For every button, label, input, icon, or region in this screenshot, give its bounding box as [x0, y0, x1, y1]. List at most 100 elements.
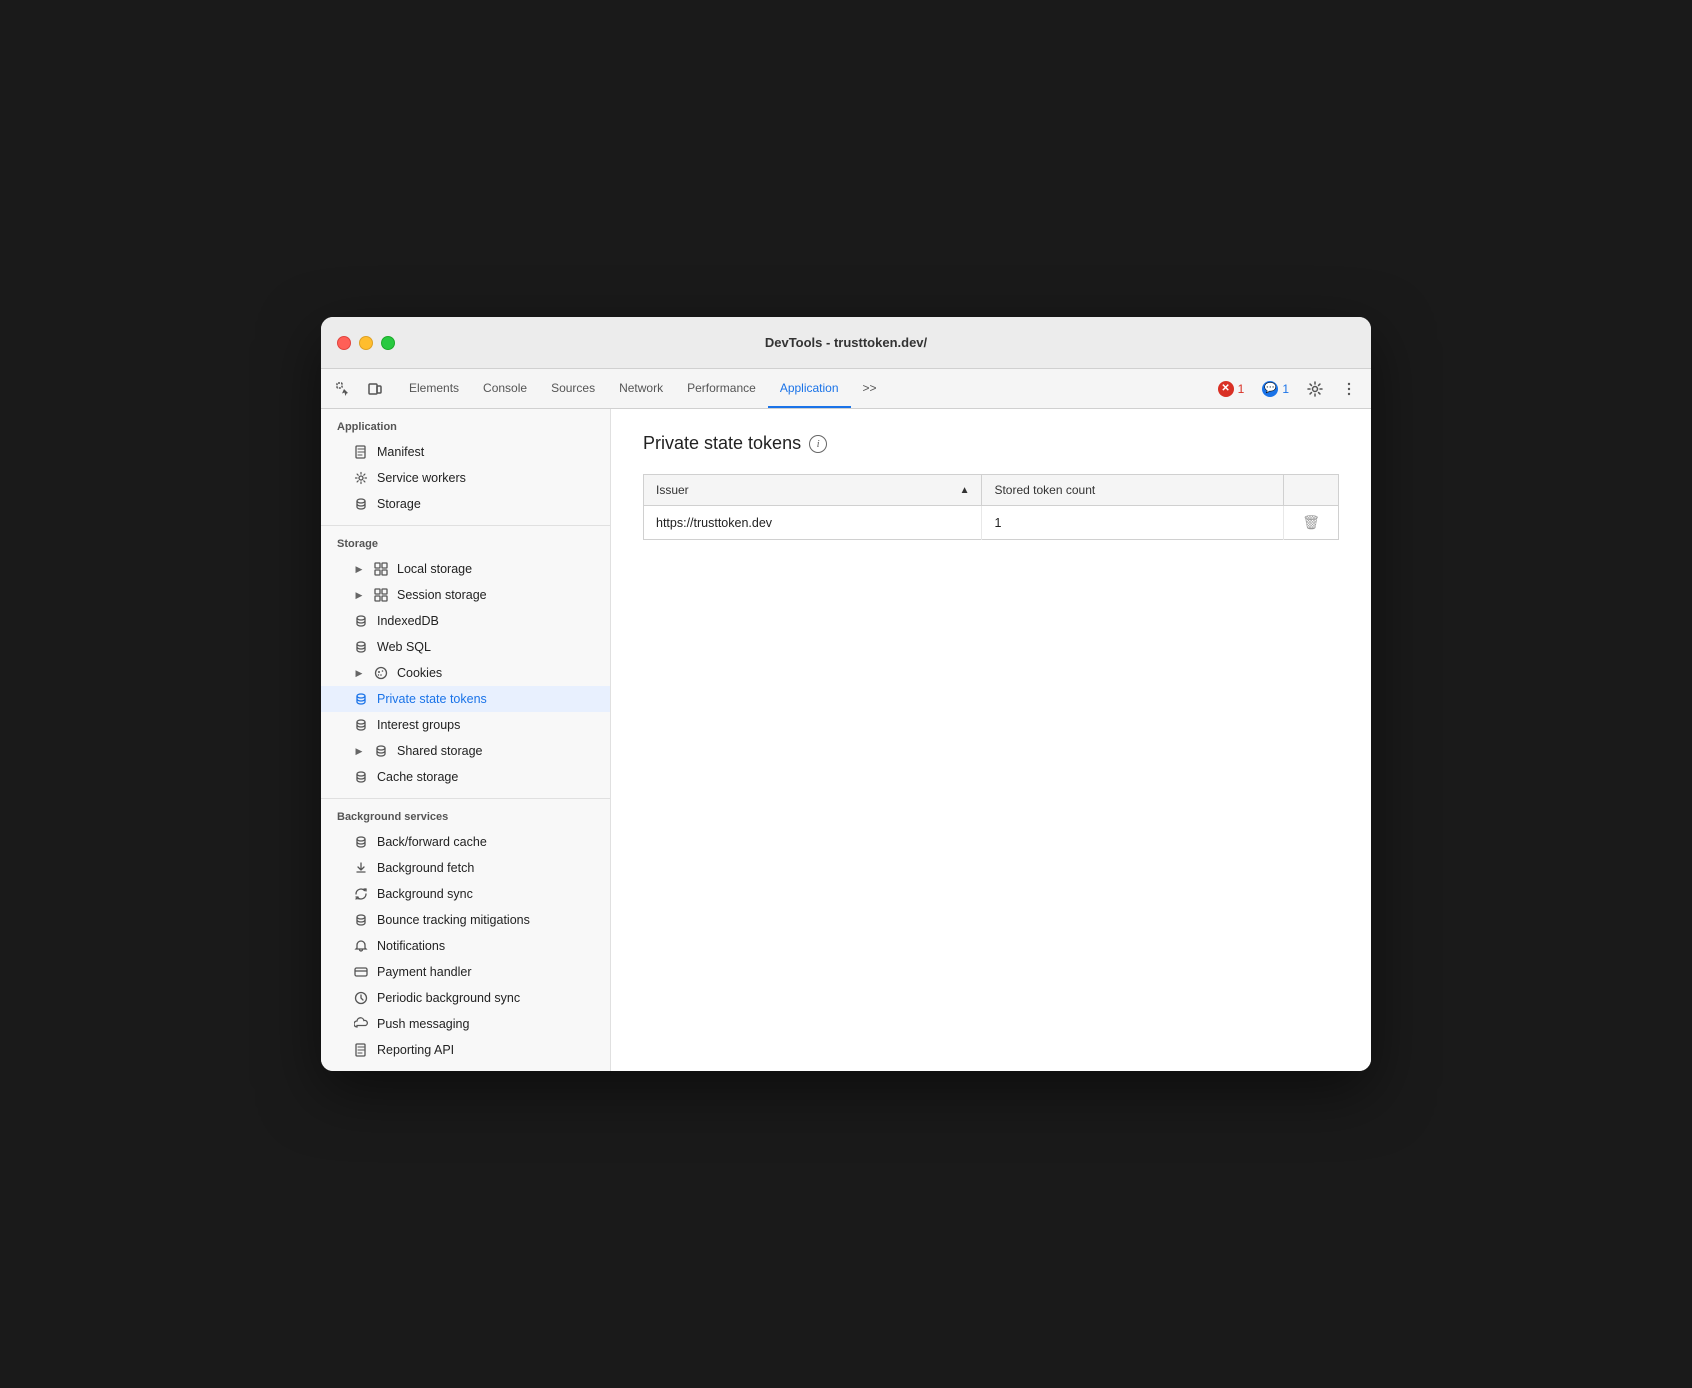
- sidebar-label-notifications: Notifications: [377, 939, 445, 953]
- db-icon9: [353, 912, 369, 928]
- section-title-storage: Storage: [321, 538, 610, 556]
- sidebar-item-notifications[interactable]: Notifications: [321, 933, 610, 959]
- sidebar-label-background-fetch: Background fetch: [377, 861, 474, 875]
- sort-arrow-icon: ▲: [960, 485, 970, 496]
- more-options-icon[interactable]: [1335, 375, 1363, 403]
- column-issuer[interactable]: Issuer ▲: [644, 475, 982, 506]
- tabs: Elements Console Sources Network Perform…: [397, 369, 1212, 408]
- sidebar-label-session-storage: Session storage: [397, 588, 487, 602]
- error-icon: ✕: [1218, 381, 1234, 397]
- maximize-button[interactable]: [381, 336, 395, 350]
- grid-icon: [373, 561, 389, 577]
- sidebar-label-storage: Storage: [377, 497, 421, 511]
- section-title-application: Application: [321, 421, 610, 439]
- db-icon4: [353, 691, 369, 707]
- content-area: Private state tokens i Issuer ▲ Stored t…: [611, 409, 1371, 1071]
- sidebar-item-periodic-background-sync[interactable]: Periodic background sync: [321, 985, 610, 1011]
- section-title-background: Background services: [321, 811, 610, 829]
- sidebar-item-interest-groups[interactable]: Interest groups: [321, 712, 610, 738]
- expand-icon: ▶: [353, 667, 365, 679]
- minimize-button[interactable]: [359, 336, 373, 350]
- sidebar-item-background-sync[interactable]: Background sync: [321, 881, 610, 907]
- sidebar-item-shared-storage[interactable]: ▶ Shared storage: [321, 738, 610, 764]
- main-layout: Application Manifest: [321, 409, 1371, 1071]
- window-title: DevTools - trusttoken.dev/: [765, 335, 927, 350]
- sidebar-item-manifest[interactable]: Manifest: [321, 439, 610, 465]
- sidebar-label-payment-handler: Payment handler: [377, 965, 472, 979]
- sidebar-label-bounce-tracking: Bounce tracking mitigations: [377, 913, 530, 927]
- sidebar-label-service-workers: Service workers: [377, 471, 466, 485]
- sidebar-label-private-state-tokens: Private state tokens: [377, 692, 487, 706]
- sidebar-label-web-sql: Web SQL: [377, 640, 431, 654]
- sidebar-item-storage[interactable]: Storage: [321, 491, 610, 517]
- db-icon2: [353, 613, 369, 629]
- sidebar-item-service-workers[interactable]: Service workers: [321, 465, 610, 491]
- sidebar-label-shared-storage: Shared storage: [397, 744, 482, 758]
- sidebar-item-indexeddb[interactable]: IndexedDB: [321, 608, 610, 634]
- sidebar-item-payment-handler[interactable]: Payment handler: [321, 959, 610, 985]
- tab-performance[interactable]: Performance: [675, 369, 768, 408]
- title-bar: DevTools - trusttoken.dev/: [321, 317, 1371, 369]
- device-toolbar-icon[interactable]: [361, 375, 389, 403]
- db-icon8: [353, 834, 369, 850]
- payment-icon: [353, 964, 369, 980]
- bell-icon: [353, 938, 369, 954]
- sidebar-item-background-fetch[interactable]: Background fetch: [321, 855, 610, 881]
- expand-icon: ▶: [353, 589, 365, 601]
- expand-icon: ▶: [353, 563, 365, 575]
- devtools-window: DevTools - trusttoken.dev/ Elements Cons…: [321, 317, 1371, 1071]
- db-icon7: [353, 769, 369, 785]
- message-count: 1: [1282, 382, 1289, 396]
- cell-delete: 🗑: [1284, 506, 1339, 540]
- sidebar: Application Manifest: [321, 409, 611, 1071]
- sidebar-item-web-sql[interactable]: Web SQL: [321, 634, 610, 660]
- tab-bar: Elements Console Sources Network Perform…: [321, 369, 1371, 409]
- page-title: Private state tokens i: [643, 433, 1339, 454]
- cell-stored-token-count: 1: [982, 506, 1284, 540]
- sidebar-item-bounce-tracking[interactable]: Bounce tracking mitigations: [321, 907, 610, 933]
- sidebar-section-background: Background services Back/forward cache: [321, 799, 610, 1071]
- sidebar-item-cookies[interactable]: ▶ Cookies: [321, 660, 610, 686]
- sidebar-section-application: Application Manifest: [321, 409, 610, 526]
- sidebar-item-push-messaging[interactable]: Push messaging: [321, 1011, 610, 1037]
- tab-network[interactable]: Network: [607, 369, 675, 408]
- sidebar-label-manifest: Manifest: [377, 445, 424, 459]
- close-button[interactable]: [337, 336, 351, 350]
- tokens-table: Issuer ▲ Stored token count https://trus…: [643, 474, 1339, 540]
- gear-icon: [353, 470, 369, 486]
- grid-icon2: [373, 587, 389, 603]
- sidebar-item-back-forward-cache[interactable]: Back/forward cache: [321, 829, 610, 855]
- column-stored-token-count: Stored token count: [982, 475, 1284, 506]
- sidebar-item-private-state-tokens[interactable]: Private state tokens: [321, 686, 610, 712]
- traffic-lights: [337, 336, 395, 350]
- sidebar-label-cache-storage: Cache storage: [377, 770, 458, 784]
- db-icon3: [353, 639, 369, 655]
- tab-elements[interactable]: Elements: [397, 369, 471, 408]
- table-row: https://trusttoken.dev 1 🗑: [644, 506, 1339, 540]
- error-badge[interactable]: ✕ 1: [1212, 379, 1251, 399]
- tab-application[interactable]: Application: [768, 369, 851, 408]
- sidebar-item-local-storage[interactable]: ▶ Local storage: [321, 556, 610, 582]
- info-icon[interactable]: i: [809, 435, 827, 453]
- tab-more[interactable]: >>: [851, 369, 889, 408]
- message-badge[interactable]: 💬 1: [1256, 379, 1295, 399]
- error-count: 1: [1238, 382, 1245, 396]
- sidebar-item-reporting-api[interactable]: Reporting API: [321, 1037, 610, 1063]
- clock-icon: [353, 990, 369, 1006]
- sidebar-label-back-forward-cache: Back/forward cache: [377, 835, 487, 849]
- cursor-icon[interactable]: [329, 375, 357, 403]
- toolbar-right: ✕ 1 💬 1: [1212, 369, 1363, 408]
- delete-button[interactable]: 🗑: [1296, 512, 1326, 532]
- cell-issuer: https://trusttoken.dev: [644, 506, 982, 540]
- tab-console[interactable]: Console: [471, 369, 539, 408]
- cookie-icon: [373, 665, 389, 681]
- sidebar-label-periodic-background-sync: Periodic background sync: [377, 991, 520, 1005]
- tab-sources[interactable]: Sources: [539, 369, 607, 408]
- settings-icon[interactable]: [1301, 375, 1329, 403]
- file-icon: [353, 444, 369, 460]
- sidebar-item-cache-storage[interactable]: Cache storage: [321, 764, 610, 790]
- sidebar-label-indexeddb: IndexedDB: [377, 614, 439, 628]
- sidebar-section-storage: Storage ▶ Local storage ▶: [321, 526, 610, 799]
- sidebar-item-session-storage[interactable]: ▶ Session storage: [321, 582, 610, 608]
- db-icon6: [373, 743, 389, 759]
